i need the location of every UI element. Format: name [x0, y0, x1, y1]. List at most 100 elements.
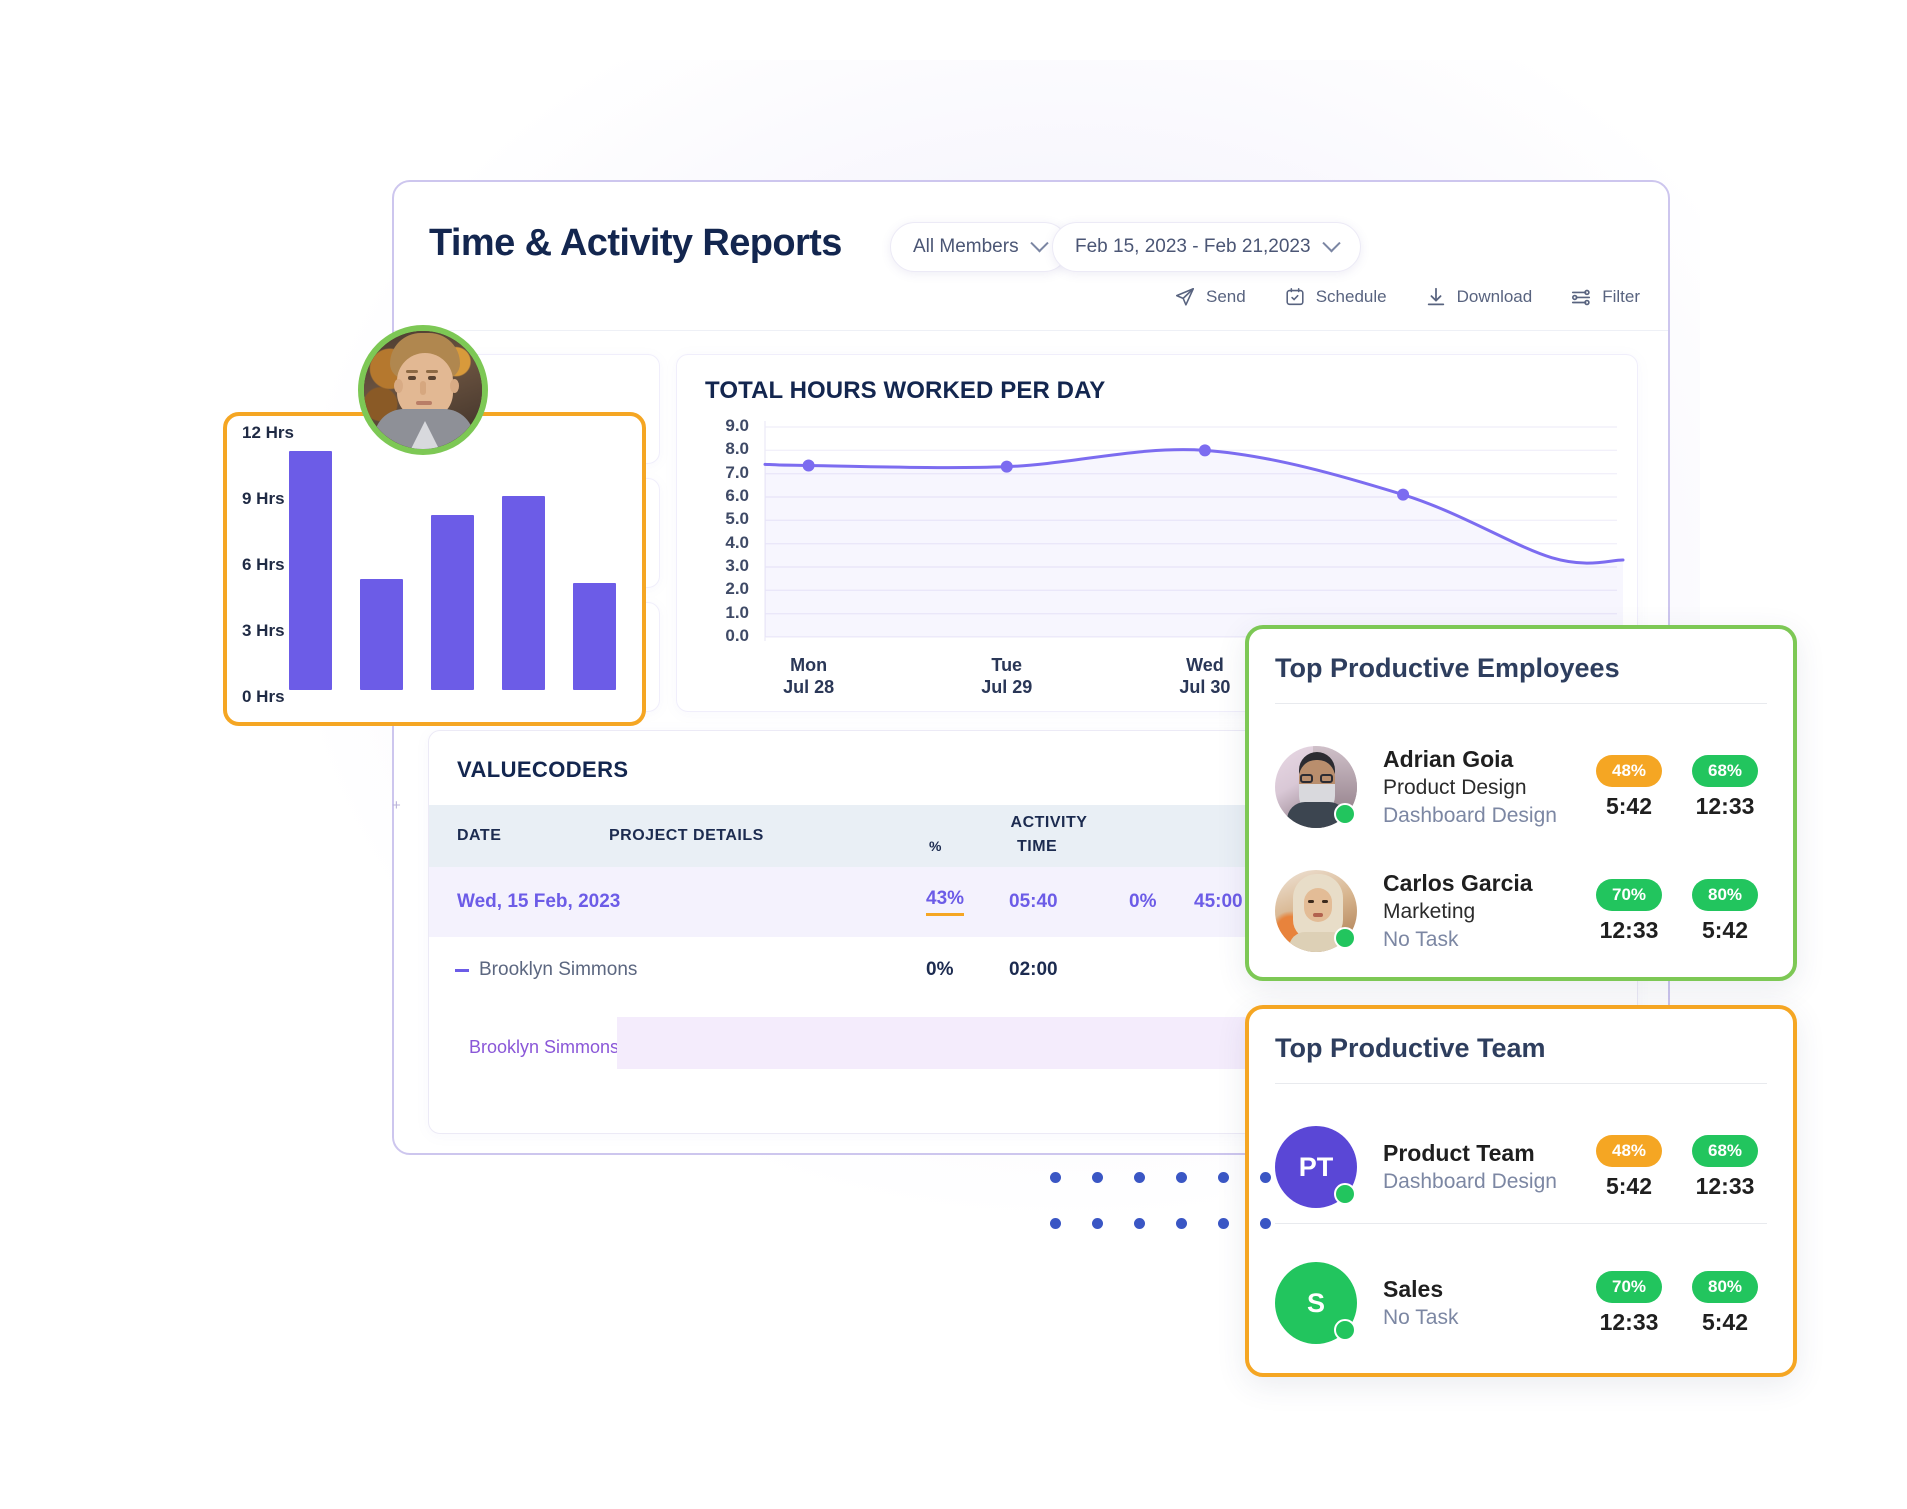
- schedule-label: Schedule: [1315, 287, 1387, 306]
- top-productive-team-card: Top Productive Team PT Product Team Dash…: [1245, 1005, 1797, 1377]
- member-name-cell: Brooklyn Simmons: [455, 959, 637, 981]
- member-time: 02:00: [1009, 959, 1058, 980]
- bar: [431, 515, 474, 690]
- dot: [1260, 1172, 1271, 1183]
- row-activity-time: 05:40: [1009, 891, 1058, 912]
- metric-time: 12:33: [1599, 916, 1659, 943]
- list-item[interactable]: Adrian Goia Product Design Dashboard Des…: [1275, 729, 1773, 845]
- y-tick-label: 0 Hrs: [242, 687, 285, 706]
- top-productive-employees-card: Top Productive Employees Adrian Goia Pro…: [1245, 625, 1797, 981]
- filter-label: Filter: [1602, 287, 1640, 306]
- divider: [1275, 1083, 1767, 1084]
- employee-task: No Task: [1383, 927, 1459, 951]
- metric-1: 70% 12:33: [1581, 878, 1677, 944]
- calendar-check-icon: [1286, 287, 1304, 306]
- dot: [1050, 1218, 1061, 1229]
- employee-task: Dashboard Design: [1383, 803, 1557, 827]
- date-range-label: Feb 15, 2023 - Feb 21,2023: [1075, 236, 1311, 257]
- send-icon: [1175, 287, 1195, 306]
- collapse-icon[interactable]: [455, 968, 469, 972]
- y-tick-label: 9 Hrs: [242, 489, 285, 508]
- bar: [289, 451, 332, 690]
- status-badge: 70%: [1596, 878, 1662, 911]
- report-toolbar: Send Schedule Download Filter: [1174, 286, 1640, 308]
- status-badge: 80%: [1692, 1270, 1758, 1303]
- status-badge: 70%: [1596, 1270, 1662, 1303]
- dot: [1218, 1172, 1229, 1183]
- avatar: [358, 325, 488, 455]
- date-range-dropdown[interactable]: Feb 15, 2023 - Feb 21,2023: [1052, 222, 1361, 272]
- list-item[interactable]: PT Product Team Dashboard Design 48% 5:4…: [1275, 1109, 1773, 1225]
- employee-name: Carlos Garcia: [1383, 869, 1533, 896]
- schedule-button[interactable]: Schedule: [1284, 286, 1387, 308]
- row-date: Wed, 15 Feb, 2023: [457, 891, 621, 912]
- bar: [502, 495, 545, 690]
- filter-sliders-icon: [1572, 289, 1591, 306]
- metric-1: 70% 12:33: [1581, 1270, 1677, 1336]
- row-extra-time: 45:00: [1194, 891, 1243, 912]
- data-point: [1397, 488, 1410, 501]
- send-label: Send: [1206, 287, 1246, 306]
- dot: [1134, 1218, 1145, 1229]
- screenshot-root: Time & Activity Reports All Members Feb …: [0, 0, 1907, 1509]
- online-status-icon: [1334, 927, 1356, 949]
- chevron-down-icon: [1321, 233, 1341, 252]
- metric-1: 48% 5:42: [1581, 754, 1677, 820]
- status-badge: 48%: [1596, 754, 1662, 787]
- filter-button[interactable]: Filter: [1570, 286, 1640, 308]
- table-brand: VALUECODERS: [457, 757, 629, 782]
- decorative-dots: [1050, 1218, 1302, 1229]
- status-badge: 80%: [1692, 878, 1758, 911]
- metric-time: 12:33: [1599, 1308, 1659, 1335]
- top-team-title: Top Productive Team: [1275, 1033, 1546, 1063]
- list-item[interactable]: Carlos Garcia Marketing No Task 70% 12:3…: [1275, 853, 1773, 969]
- bar: [573, 583, 616, 690]
- download-icon: [1427, 287, 1444, 306]
- header-time: TIME: [1017, 838, 1058, 855]
- task-member-name: Brooklyn Simmons: [469, 1037, 620, 1057]
- divider: [1275, 1223, 1767, 1224]
- header-percent: %: [929, 838, 942, 854]
- bar-chart-plot: [289, 434, 616, 690]
- y-tick-label: 3 Hrs: [242, 621, 285, 640]
- status-badge: 68%: [1692, 1134, 1758, 1167]
- send-button[interactable]: Send: [1174, 286, 1246, 308]
- header-activity: ACTIVITY: [1010, 814, 1088, 831]
- team-task: Dashboard Design: [1383, 1170, 1557, 1194]
- top-employees-title: Top Productive Employees: [1275, 653, 1620, 683]
- metric-2: 80% 5:42: [1677, 1270, 1773, 1336]
- online-status-icon: [1334, 1183, 1356, 1205]
- dot: [1218, 1218, 1229, 1229]
- dot: [1260, 1218, 1271, 1229]
- plus-marker-icon: +: [392, 797, 401, 814]
- metric-time: 5:42: [1701, 916, 1749, 943]
- avatar: PT: [1275, 1126, 1357, 1208]
- online-status-icon: [1334, 1319, 1356, 1341]
- members-filter-dropdown[interactable]: All Members: [890, 222, 1069, 272]
- page-title: Time & Activity Reports: [429, 222, 842, 264]
- member-percent: 0%: [926, 959, 954, 980]
- list-item[interactable]: S Sales No Task 70% 12:33 80% 5:42: [1275, 1245, 1773, 1361]
- status-badge: 68%: [1692, 754, 1758, 787]
- dot: [1176, 1218, 1187, 1229]
- decorative-dots: [1050, 1172, 1302, 1183]
- employee-department: Product Design: [1383, 776, 1527, 800]
- team-name: Sales: [1383, 1275, 1444, 1302]
- dot: [1092, 1218, 1103, 1229]
- download-button[interactable]: Download: [1425, 286, 1532, 308]
- chevron-down-icon: [1029, 233, 1049, 252]
- row-percent-2: 0%: [1129, 891, 1157, 912]
- metric-2: 68% 12:33: [1677, 1134, 1773, 1200]
- avatar: [1275, 870, 1357, 952]
- employee-department: Marketing: [1383, 900, 1476, 924]
- bar: [360, 579, 403, 690]
- metric-time: 5:42: [1605, 792, 1653, 819]
- status-badge: 48%: [1596, 1134, 1662, 1167]
- dot: [1092, 1172, 1103, 1183]
- employee-name: Adrian Goia: [1383, 745, 1514, 772]
- avatar: S: [1275, 1262, 1357, 1344]
- metric-time: 5:42: [1605, 1172, 1653, 1199]
- metric-time: 5:42: [1701, 1308, 1749, 1335]
- y-tick-label: 6 Hrs: [242, 555, 285, 574]
- online-status-icon: [1334, 803, 1356, 825]
